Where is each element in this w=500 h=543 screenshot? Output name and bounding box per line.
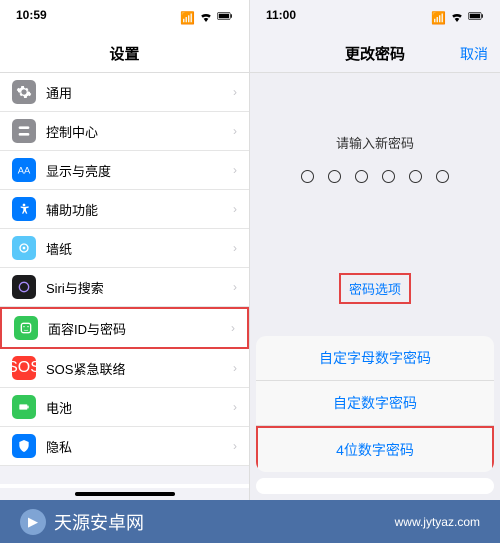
chevron-right-icon: › [233, 400, 237, 414]
settings-list[interactable]: 通用 › 控制中心 › AA 显示与亮度 › 辅助功能 › 墙纸 › Siri与… [0, 73, 249, 488]
sheet-cancel-area[interactable] [256, 478, 494, 494]
sos-icon: SOS [12, 356, 36, 380]
chevron-right-icon: › [233, 85, 237, 99]
wifi-icon [198, 8, 214, 27]
settings-row-faceid[interactable]: 面容ID与密码 › [0, 307, 249, 349]
row-label: Siri与搜索 [46, 278, 233, 297]
row-label: 显示与亮度 [46, 161, 233, 180]
passcode-dot [409, 170, 422, 183]
passcode-dot [328, 170, 341, 183]
footer-watermark: ▶ 天源安卓网 www.jytyaz.com [0, 500, 500, 543]
row-label: SOS紧急联络 [46, 359, 233, 378]
settings-screen: 10:59 📶 设置 通用 › 控制中心 › AA 显示与亮度 › [0, 0, 250, 500]
brightness-icon: AA [12, 158, 36, 182]
settings-row-battery[interactable]: 电池 › [0, 388, 249, 427]
chevron-right-icon: › [233, 124, 237, 138]
passcode-prompt: 请输入新密码 [250, 133, 500, 152]
chevron-right-icon: › [233, 241, 237, 255]
footer-url: www.jytyaz.com [395, 515, 480, 529]
settings-row-appstore[interactable]: iTunes Store与App Store › [0, 484, 249, 488]
footer-logo-icon: ▶ [20, 509, 46, 535]
action-sheet: 自定字母数字密码自定数字密码4位数字密码 [250, 330, 500, 500]
status-bar: 10:59 📶 [0, 0, 249, 35]
passcode-screen: 11:00 📶 更改密码 取消 请输入新密码 [250, 0, 500, 500]
svg-text:AA: AA [18, 165, 31, 175]
status-icons: 📶 [431, 8, 484, 27]
cancel-button[interactable]: 取消 [460, 44, 488, 64]
chevron-right-icon: › [233, 163, 237, 177]
row-label: 辅助功能 [46, 200, 233, 219]
sheet-option[interactable]: 自定数字密码 [256, 381, 494, 426]
nav-title: 设置 [109, 43, 139, 64]
footer-title: 天源安卓网 [54, 509, 144, 535]
chevron-right-icon: › [233, 280, 237, 294]
signal-icon: 📶 [180, 11, 195, 25]
siri-icon [12, 275, 36, 299]
switches-icon [12, 119, 36, 143]
signal-icon: 📶 [431, 11, 446, 25]
wallpaper-icon [12, 236, 36, 260]
faceid-icon [14, 316, 38, 340]
settings-row-brightness[interactable]: AA 显示与亮度 › [0, 151, 249, 190]
passcode-options-link[interactable]: 密码选项 [339, 273, 411, 304]
sheet-option[interactable]: 4位数字密码 [256, 426, 494, 472]
passcode-options-link-container: 密码选项 [250, 273, 500, 304]
passcode-dot [382, 170, 395, 183]
passcode-dot [301, 170, 314, 183]
gear-icon [12, 80, 36, 104]
settings-row-wallpaper[interactable]: 墙纸 › [0, 229, 249, 268]
settings-row-switches[interactable]: 控制中心 › [0, 112, 249, 151]
chevron-right-icon: › [231, 321, 235, 335]
row-label: 面容ID与密码 [48, 319, 231, 338]
row-label: 控制中心 [46, 122, 233, 141]
status-bar: 11:00 📶 [250, 0, 500, 35]
privacy-icon [12, 434, 36, 458]
chevron-right-icon: › [233, 439, 237, 453]
battery-icon [217, 8, 233, 27]
row-label: 墙纸 [46, 239, 233, 258]
chevron-right-icon: › [233, 361, 237, 375]
passcode-dot [436, 170, 449, 183]
status-time: 10:59 [16, 8, 47, 27]
accessibility-icon [12, 197, 36, 221]
settings-row-accessibility[interactable]: 辅助功能 › [0, 190, 249, 229]
row-label: 隐私 [46, 437, 233, 456]
settings-row-siri[interactable]: Siri与搜索 › [0, 268, 249, 307]
chevron-right-icon: › [233, 202, 237, 216]
passcode-dots [250, 170, 500, 183]
nav-bar-passcode: 更改密码 取消 [250, 35, 500, 73]
sheet-option[interactable]: 自定字母数字密码 [256, 336, 494, 381]
home-indicator[interactable] [75, 492, 175, 496]
settings-row-sos[interactable]: SOS SOS紧急联络 › [0, 349, 249, 388]
nav-title: 更改密码 [345, 43, 405, 64]
settings-row-privacy[interactable]: 隐私 › [0, 427, 249, 466]
status-time: 11:00 [266, 8, 296, 27]
passcode-dot [355, 170, 368, 183]
status-icons: 📶 [180, 8, 233, 27]
wifi-icon [449, 8, 465, 27]
battery-icon [12, 395, 36, 419]
settings-row-gear[interactable]: 通用 › [0, 73, 249, 112]
nav-bar-settings: 设置 [0, 35, 249, 73]
row-label: 通用 [46, 83, 233, 102]
row-label: 电池 [46, 398, 233, 417]
battery-icon [468, 8, 484, 27]
